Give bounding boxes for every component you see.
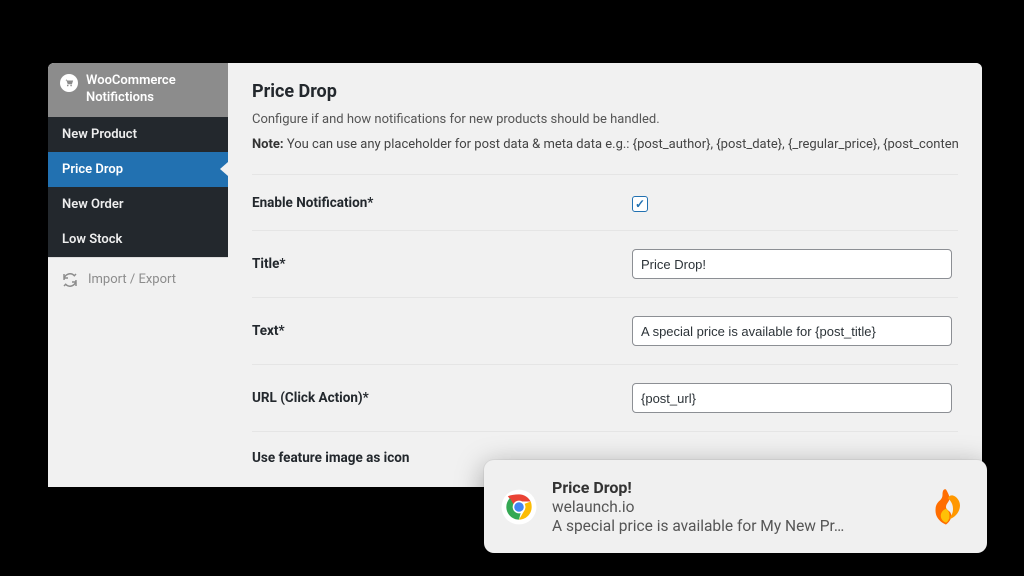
notification-toast[interactable]: Price Drop! welaunch.io A special price … [484, 460, 987, 553]
sidebar-item-label: New Order [62, 197, 124, 212]
toast-title: Price Drop! [552, 478, 911, 497]
refresh-icon [62, 272, 78, 288]
toast-body: Price Drop! welaunch.io A special price … [552, 478, 911, 535]
enable-notification-label: Enable Notification* [252, 195, 632, 211]
toast-text: A special price is available for My New … [552, 517, 911, 535]
sidebar-item-label: Low Stock [62, 232, 122, 247]
enable-notification-checkbox[interactable]: ✓ [632, 196, 648, 212]
url-input[interactable] [632, 383, 952, 413]
row-enable-notification: Enable Notification* ✓ [252, 174, 958, 230]
toast-host: welaunch.io [552, 498, 911, 516]
row-text: Text* [252, 297, 958, 364]
note-text: You can use any placeholder for post dat… [284, 137, 958, 152]
chrome-icon [500, 488, 538, 526]
sidebar: WooCommerce Notifictions New Product Pri… [48, 63, 228, 487]
text-label: Text* [252, 323, 632, 339]
row-title: Title* [252, 230, 958, 297]
sidebar-import-export[interactable]: Import / Export [48, 257, 228, 302]
cart-icon [60, 74, 78, 92]
sidebar-item-new-product[interactable]: New Product [48, 117, 228, 152]
sidebar-item-new-order[interactable]: New Order [48, 187, 228, 222]
sidebar-item-low-stock[interactable]: Low Stock [48, 222, 228, 257]
main-panel: Price Drop Configure if and how notifica… [228, 63, 982, 487]
note-prefix: Note: [252, 137, 284, 152]
app-window: WooCommerce Notifictions New Product Pri… [48, 63, 982, 487]
sidebar-item-label: New Product [62, 127, 137, 142]
page-title: Price Drop [252, 81, 958, 102]
title-input[interactable] [632, 249, 952, 279]
url-label: URL (Click Action)* [252, 390, 632, 406]
page-description: Configure if and how notifications for n… [252, 112, 958, 127]
row-url: URL (Click Action)* [252, 364, 958, 431]
fire-icon [925, 486, 967, 528]
sidebar-header: WooCommerce Notifictions [48, 63, 228, 117]
sidebar-header-label: WooCommerce Notifictions [86, 73, 216, 107]
sidebar-item-price-drop[interactable]: Price Drop [48, 152, 228, 187]
title-label: Title* [252, 256, 632, 272]
import-export-label: Import / Export [88, 272, 176, 287]
page-note: Note: You can use any placeholder for po… [252, 137, 958, 152]
text-input[interactable] [632, 316, 952, 346]
sidebar-item-label: Price Drop [62, 162, 123, 177]
